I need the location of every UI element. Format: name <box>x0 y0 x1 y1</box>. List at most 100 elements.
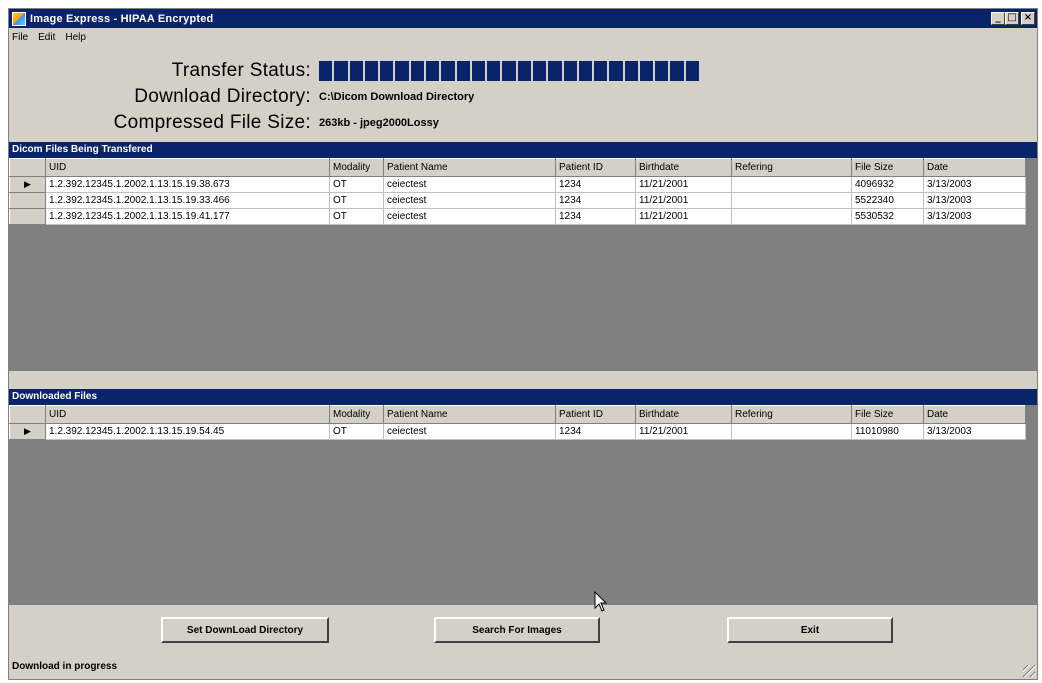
table-cell[interactable]: 1234 <box>555 176 636 193</box>
t1-column-header[interactable]: Patient ID <box>555 158 636 177</box>
progress-block <box>639 61 654 81</box>
table-cell[interactable]: OT <box>329 192 384 209</box>
table-cell[interactable]: 11/21/2001 <box>635 176 732 193</box>
download-directory-label: Download Directory: <box>134 86 311 107</box>
table-cell[interactable]: 5522340 <box>851 192 924 209</box>
progress-block <box>319 61 333 81</box>
menu-help[interactable]: Help <box>65 32 86 43</box>
table-cell[interactable]: 3/13/2003 <box>923 176 1026 193</box>
transfer-info-panel: Transfer Status: Download Directory: C:\… <box>9 46 1037 142</box>
t2-column-header[interactable]: Refering <box>731 405 852 424</box>
row-selector[interactable] <box>9 192 46 209</box>
maximize-button[interactable]: □ <box>1005 12 1019 25</box>
progress-block <box>624 61 638 81</box>
table-cell[interactable]: 1.2.392.12345.1.2002.1.13.15.19.54.45 <box>45 423 330 440</box>
download-directory-value: C:\Dicom Download Directory <box>319 91 475 103</box>
table-cell[interactable]: OT <box>329 208 384 225</box>
downloaded-files-grid[interactable]: UID Modality Patient Name Patient ID Birthda… <box>9 405 1037 605</box>
table-row[interactable]: 1.2.392.12345.1.2002.1.13.15.19.41.177 OT… <box>9 208 1026 225</box>
progress-block <box>456 61 470 81</box>
table-row[interactable]: ▶ 1.2.392.12345.1.2002.1.13.15.19.54.45 OT… <box>9 423 1026 440</box>
transferring-files-table: UID Modality Patient Name Patient ID Birthda… <box>9 158 1026 225</box>
table-cell[interactable]: 1.2.392.12345.1.2002.1.13.15.19.38.673 <box>45 176 330 193</box>
table-cell[interactable] <box>731 423 852 440</box>
t2-column-header[interactable]: Birthdate <box>635 405 732 424</box>
app-icon[interactable] <box>12 11 26 26</box>
progress-block <box>487 61 501 81</box>
t2-column-header[interactable]: Patient Name <box>383 405 556 424</box>
t1-column-header[interactable]: Modality <box>329 158 384 177</box>
t1-column-header[interactable]: File Size <box>851 158 924 177</box>
progress-block <box>471 61 486 81</box>
progress-block <box>334 61 348 81</box>
status-bar: Download in progress <box>9 655 1037 679</box>
table-row[interactable]: ▶ 1.2.392.12345.1.2002.1.13.15.19.38.673 O… <box>9 176 1026 193</box>
menu-edit[interactable]: Edit <box>38 32 55 43</box>
search-for-images-button[interactable]: Search For Images <box>434 617 600 643</box>
t2-column-header[interactable]: File Size <box>851 405 924 424</box>
transferring-files-grid[interactable]: UID Modality Patient Name Patient ID Birthda… <box>9 158 1037 371</box>
row-selector[interactable]: ▶ <box>9 423 46 440</box>
t1-column-header[interactable]: Refering <box>731 158 852 177</box>
progress-block <box>655 61 669 81</box>
t1-column-header[interactable]: UID <box>45 158 330 177</box>
progress-block <box>532 61 547 81</box>
transfer-progress-bar <box>319 61 700 81</box>
mouse-cursor-icon <box>594 591 608 612</box>
set-download-directory-button[interactable]: Set DownLoad Directory <box>161 617 329 643</box>
table-cell[interactable]: 1.2.392.12345.1.2002.1.13.15.19.41.177 <box>45 208 330 225</box>
downloaded-files-header: Downloaded Files <box>9 389 1037 405</box>
table-cell[interactable]: 1234 <box>555 423 636 440</box>
t1-column-header[interactable]: Date <box>923 158 1026 177</box>
t1-row-header-corner <box>9 158 46 177</box>
table-cell[interactable]: 11/21/2001 <box>635 208 732 225</box>
table-cell[interactable]: ceiectest <box>383 423 556 440</box>
table-cell[interactable]: 1234 <box>555 192 636 209</box>
table-cell[interactable] <box>731 176 852 193</box>
progress-block <box>578 61 593 81</box>
compressed-size-value: 263kb - jpeg2000Lossy <box>319 117 439 129</box>
t1-column-header[interactable]: Birthdate <box>635 158 732 177</box>
progress-block <box>594 61 608 81</box>
progress-block <box>395 61 409 81</box>
table-cell[interactable]: 3/13/2003 <box>923 423 1026 440</box>
table-cell[interactable]: 11/21/2001 <box>635 423 732 440</box>
table-cell[interactable]: 1234 <box>555 208 636 225</box>
resize-grip[interactable] <box>1023 665 1035 677</box>
t2-column-header[interactable]: UID <box>45 405 330 424</box>
t2-column-header[interactable]: Date <box>923 405 1026 424</box>
table-cell[interactable]: 4096932 <box>851 176 924 193</box>
table-cell[interactable]: 5530532 <box>851 208 924 225</box>
row-selector[interactable] <box>9 208 46 225</box>
progress-block <box>380 61 394 81</box>
button-row: Set DownLoad Directory Search For Images… <box>9 607 1037 647</box>
t1-column-header[interactable]: Patient Name <box>383 158 556 177</box>
t2-column-header[interactable]: Patient ID <box>555 405 636 424</box>
title-bar[interactable]: Image Express - HIPAA Encrypted _ □ × <box>9 9 1037 28</box>
table-cell[interactable] <box>731 208 852 225</box>
close-button[interactable]: × <box>1021 12 1035 25</box>
table-cell[interactable]: 11010980 <box>851 423 924 440</box>
row-selector[interactable]: ▶ <box>9 176 46 193</box>
table-cell[interactable]: ceiectest <box>383 208 556 225</box>
table-cell[interactable]: OT <box>329 176 384 193</box>
t2-column-header[interactable]: Modality <box>329 405 384 424</box>
progress-block <box>410 61 424 81</box>
progress-block <box>517 61 531 81</box>
table-cell[interactable]: ceiectest <box>383 192 556 209</box>
menu-file[interactable]: File <box>12 32 28 43</box>
status-text: Download in progress <box>12 661 118 672</box>
table-cell[interactable]: 3/13/2003 <box>923 208 1026 225</box>
table-cell[interactable]: ceiectest <box>383 176 556 193</box>
exit-button[interactable]: Exit <box>727 617 893 643</box>
progress-block <box>548 61 562 81</box>
table-cell[interactable]: 3/13/2003 <box>923 192 1026 209</box>
table-row[interactable]: 1.2.392.12345.1.2002.1.13.15.19.33.466 OT… <box>9 192 1026 209</box>
table-cell[interactable]: 11/21/2001 <box>635 192 732 209</box>
table-cell[interactable]: OT <box>329 423 384 440</box>
progress-block <box>609 61 623 81</box>
minimize-button[interactable]: _ <box>991 12 1005 25</box>
table-cell[interactable] <box>731 192 852 209</box>
table-cell[interactable]: 1.2.392.12345.1.2002.1.13.15.19.33.466 <box>45 192 330 209</box>
menu-bar: File Edit Help <box>9 28 1037 46</box>
